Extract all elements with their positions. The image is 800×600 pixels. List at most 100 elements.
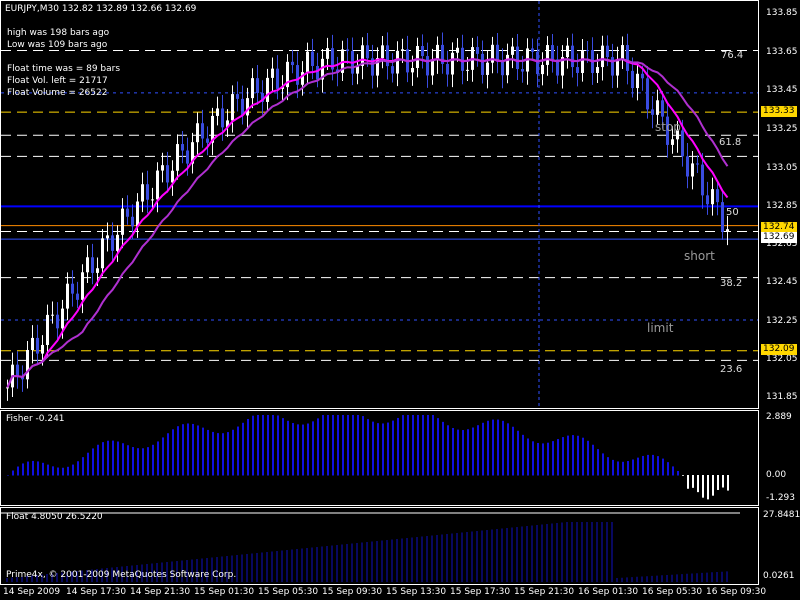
fisher-bar: [92, 448, 94, 476]
fisher-bar: [207, 429, 209, 476]
candle-body: [661, 100, 664, 117]
candle-body: [16, 364, 19, 377]
fisher-bar: [457, 429, 459, 476]
fisher-bar: [352, 415, 354, 476]
candle-body: [401, 49, 404, 51]
fisher-bar: [602, 453, 604, 476]
copyright-text: Prime4x, © 2001-2009 MetaQuotes Software…: [6, 570, 237, 580]
candle-body: [611, 57, 614, 76]
fisher-bar: [632, 459, 634, 476]
candle-body: [576, 67, 579, 73]
fisher-bar: [677, 470, 679, 476]
fisher-bar: [287, 420, 289, 476]
fisher-bar: [407, 415, 409, 476]
fisher-bar: [682, 475, 684, 476]
fisher-bar: [107, 440, 109, 476]
fisher-bar: [722, 475, 724, 488]
fisher-bar: [442, 421, 444, 476]
candle-body: [181, 144, 184, 151]
fisher-bar: [177, 426, 179, 476]
candle-body: [36, 337, 39, 354]
fisher-axis-zero: 0.00: [766, 470, 787, 480]
fisher-bar: [327, 415, 329, 476]
candle-body: [41, 344, 44, 354]
candle-body: [161, 165, 164, 171]
fib-76-4-label: 76.4: [721, 50, 744, 61]
candle-body: [521, 69, 524, 72]
fisher-bar: [637, 457, 639, 476]
float-axis-max: 27.8481: [763, 510, 800, 520]
candle-body: [46, 314, 49, 345]
candle-body: [621, 45, 624, 60]
candle-body: [276, 68, 279, 89]
fisher-bar: [117, 441, 119, 476]
candle-body: [171, 170, 174, 183]
candle-body: [461, 47, 464, 71]
candle-body: [146, 184, 149, 200]
symbol-header: EURJPY,M30 132.82 132.89 132.66 132.69: [5, 4, 197, 14]
low-was-text: Low was 109 bars ago: [7, 40, 108, 50]
fisher-bar: [157, 441, 159, 476]
candle-body: [156, 170, 159, 200]
candle-body: [346, 49, 349, 52]
fisher-bar: [272, 415, 274, 476]
candle-body: [111, 235, 114, 251]
price-tick: 132.85: [766, 201, 798, 211]
candle-body: [396, 50, 399, 74]
candle-body: [716, 189, 719, 203]
price-tick: 132.05: [766, 354, 798, 364]
candle-body: [646, 78, 649, 110]
fisher-bar: [367, 419, 369, 476]
candle-body: [456, 47, 459, 53]
candle-body: [701, 164, 704, 196]
candle-body: [166, 165, 169, 183]
fisher-bar: [192, 423, 194, 476]
fisher-bar: [197, 425, 199, 476]
price-tick: 133.65: [766, 47, 798, 57]
candle-body: [651, 109, 654, 115]
candle-body: [91, 257, 94, 273]
candle-body: [446, 63, 449, 75]
candle-body: [81, 272, 84, 300]
float-time-text: Float time was = 89 bars: [7, 64, 121, 74]
fisher-bar: [312, 421, 314, 476]
fisher-bar: [552, 441, 554, 476]
fisher-bar: [422, 415, 424, 476]
float-title: Float 4.8050 26.5220: [6, 512, 103, 522]
candle-body: [26, 350, 29, 380]
candle-body: [596, 67, 599, 73]
fisher-bar: [227, 432, 229, 476]
candle-body: [86, 257, 89, 273]
candle-body: [186, 150, 189, 164]
fisher-bar: [622, 461, 624, 476]
price-tag-132-09: 132.09: [761, 344, 797, 355]
candle-body: [656, 100, 659, 115]
candle-body: [256, 78, 259, 94]
fisher-bar: [362, 416, 364, 476]
fisher-bar: [52, 466, 54, 476]
fisher-bar: [122, 443, 124, 476]
candle-body: [696, 163, 699, 165]
fisher-bar: [162, 437, 164, 476]
candle-body: [291, 61, 294, 66]
time-tick: 15 Sep 13:30: [386, 587, 447, 597]
candle-body: [571, 45, 574, 68]
fisher-bar: [437, 418, 439, 476]
fisher-bar: [712, 475, 714, 496]
candle-body: [101, 238, 104, 269]
candle-body: [531, 48, 534, 52]
fisher-bar: [542, 443, 544, 476]
time-tick: 16 Sep 01:30: [578, 587, 639, 597]
fisher-bar: [142, 448, 144, 476]
fisher-bar: [282, 418, 284, 476]
candle-body: [631, 70, 634, 89]
candle-body: [476, 47, 479, 54]
fisher-bar: [147, 447, 149, 476]
fisher-bar: [482, 422, 484, 476]
fisher-bar: [567, 435, 569, 476]
fisher-bar: [477, 425, 479, 476]
fisher-bar: [392, 420, 394, 476]
candle-body: [6, 387, 9, 389]
candle-body: [56, 314, 59, 329]
candle-body: [296, 65, 299, 85]
